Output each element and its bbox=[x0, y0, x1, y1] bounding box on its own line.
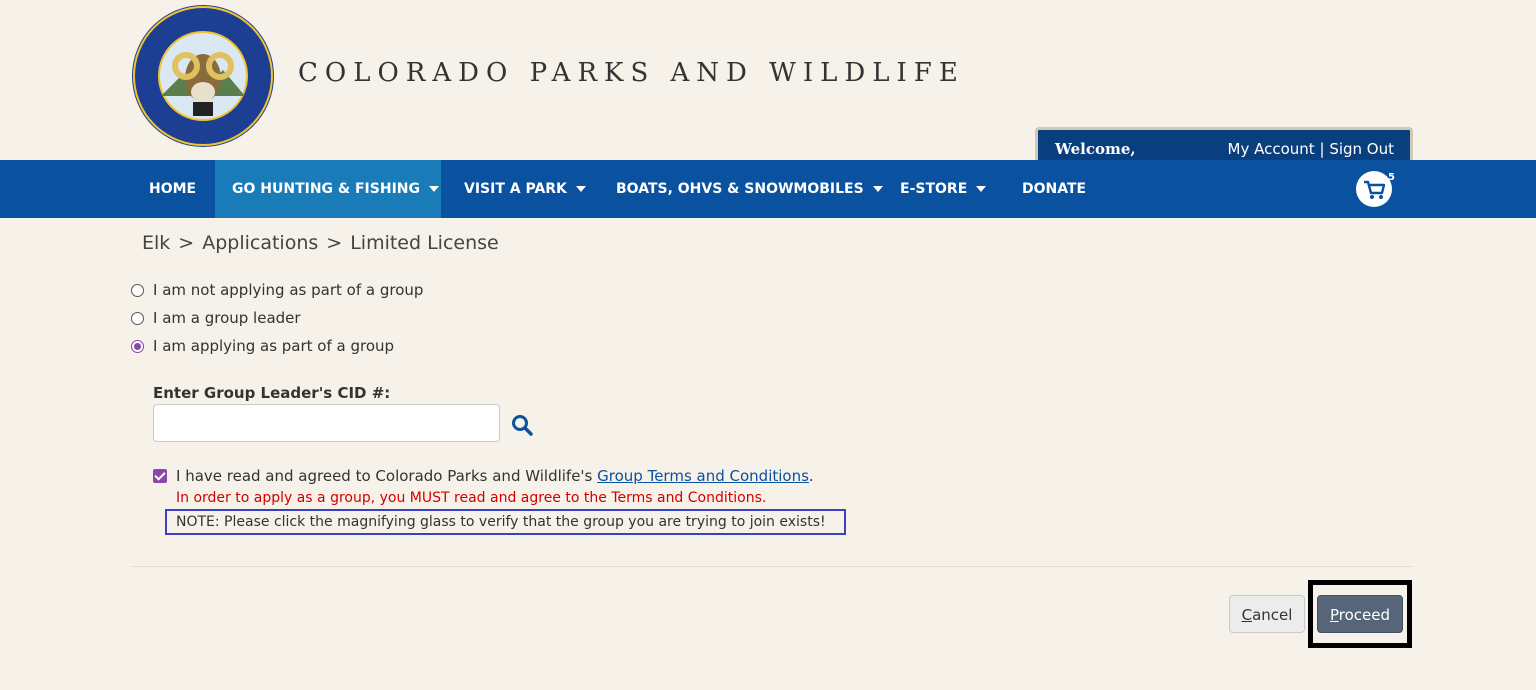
main-nav: HOME GO HUNTING & FISHING VISIT A PARK B… bbox=[0, 160, 1536, 218]
nav-e-store[interactable]: E-STORE bbox=[883, 160, 1003, 218]
breadcrumb-item-limited-license: Limited License bbox=[350, 232, 499, 254]
nav-visit-a-park[interactable]: VISIT A PARK bbox=[447, 160, 603, 218]
nav-visit-a-park-label: VISIT A PARK bbox=[464, 181, 567, 197]
radio-button[interactable] bbox=[131, 283, 144, 297]
site-title: COLORADO PARKS AND WILDLIFE bbox=[298, 58, 965, 88]
radio-not-in-group[interactable]: I am not applying as part of a group bbox=[131, 281, 423, 299]
breadcrumb-item-elk[interactable]: Elk bbox=[142, 232, 170, 254]
sign-out-link[interactable]: Sign Out bbox=[1329, 140, 1394, 158]
radio-label[interactable]: I am not applying as part of a group bbox=[153, 281, 423, 299]
terms-suffix: . bbox=[808, 467, 814, 485]
proceed-label: roceed bbox=[1338, 606, 1391, 624]
terms-link[interactable]: Group Terms and Conditions bbox=[597, 467, 809, 485]
chevron-down-icon bbox=[428, 186, 439, 192]
breadcrumb-item-applications[interactable]: Applications bbox=[202, 232, 318, 254]
cancel-label: ancel bbox=[1252, 606, 1293, 624]
search-icon[interactable] bbox=[510, 413, 534, 437]
chevron-down-icon bbox=[575, 186, 586, 192]
chevron-down-icon bbox=[976, 186, 987, 192]
breadcrumb-separator: > bbox=[326, 232, 343, 254]
site-header: COLORADO PARKS AND WILDLIFE Welcome, My … bbox=[0, 0, 1536, 160]
divider bbox=[131, 566, 1413, 567]
chevron-down-icon bbox=[872, 186, 883, 192]
nav-donate-label: DONATE bbox=[1022, 181, 1087, 197]
proceed-button[interactable]: Proceed bbox=[1317, 595, 1403, 633]
proceed-access-key: P bbox=[1329, 606, 1339, 624]
link-separator: | bbox=[1319, 140, 1325, 158]
radio-label[interactable]: I am applying as part of a group bbox=[153, 337, 394, 355]
nav-go-hunting-fishing[interactable]: GO HUNTING & FISHING bbox=[215, 160, 441, 218]
nav-home[interactable]: HOME bbox=[132, 160, 213, 218]
terms-checkbox[interactable] bbox=[153, 469, 167, 483]
terms-agreement: I have read and agreed to Colorado Parks… bbox=[153, 467, 814, 485]
terms-text: I have read and agreed to Colorado Parks… bbox=[176, 467, 593, 485]
radio-button-selected[interactable] bbox=[131, 339, 144, 353]
nav-go-hunting-fishing-label: GO HUNTING & FISHING bbox=[232, 181, 420, 197]
nav-boats-label: BOATS, OHVS & SNOWMOBILES bbox=[616, 181, 864, 197]
cart-button[interactable] bbox=[1356, 171, 1392, 207]
nav-donate[interactable]: DONATE bbox=[1005, 160, 1103, 218]
group-warning-text: In order to apply as a group, you MUST r… bbox=[176, 490, 767, 506]
cid-label: Enter Group Leader's CID #: bbox=[153, 384, 391, 402]
my-account-link[interactable]: My Account bbox=[1228, 140, 1315, 158]
radio-part-of-group[interactable]: I am applying as part of a group bbox=[131, 337, 394, 355]
cart-icon bbox=[1364, 180, 1386, 199]
nav-boats-ohvs-snowmobiles[interactable]: BOATS, OHVS & SNOWMOBILES bbox=[599, 160, 900, 218]
breadcrumb-separator: > bbox=[178, 232, 195, 254]
group-leader-cid-input[interactable] bbox=[153, 404, 500, 442]
breadcrumb: Elk > Applications > Limited License bbox=[142, 232, 499, 254]
nav-home-label: HOME bbox=[149, 181, 197, 197]
cancel-access-key: C bbox=[1241, 606, 1253, 624]
cart-count-badge: 5 bbox=[1388, 172, 1395, 183]
verify-group-note: NOTE: Please click the magnifying glass … bbox=[165, 509, 846, 535]
nav-e-store-label: E-STORE bbox=[900, 181, 968, 197]
welcome-text: Welcome, bbox=[1055, 140, 1136, 158]
account-links: My Account | Sign Out bbox=[1228, 140, 1394, 158]
radio-label[interactable]: I am a group leader bbox=[153, 309, 301, 327]
radio-button[interactable] bbox=[131, 311, 144, 325]
account-bar: Welcome, My Account | Sign Out bbox=[1035, 127, 1413, 160]
cancel-button[interactable]: Cancel bbox=[1229, 595, 1305, 633]
radio-group-leader[interactable]: I am a group leader bbox=[131, 309, 301, 327]
cpw-logo[interactable] bbox=[131, 4, 275, 148]
